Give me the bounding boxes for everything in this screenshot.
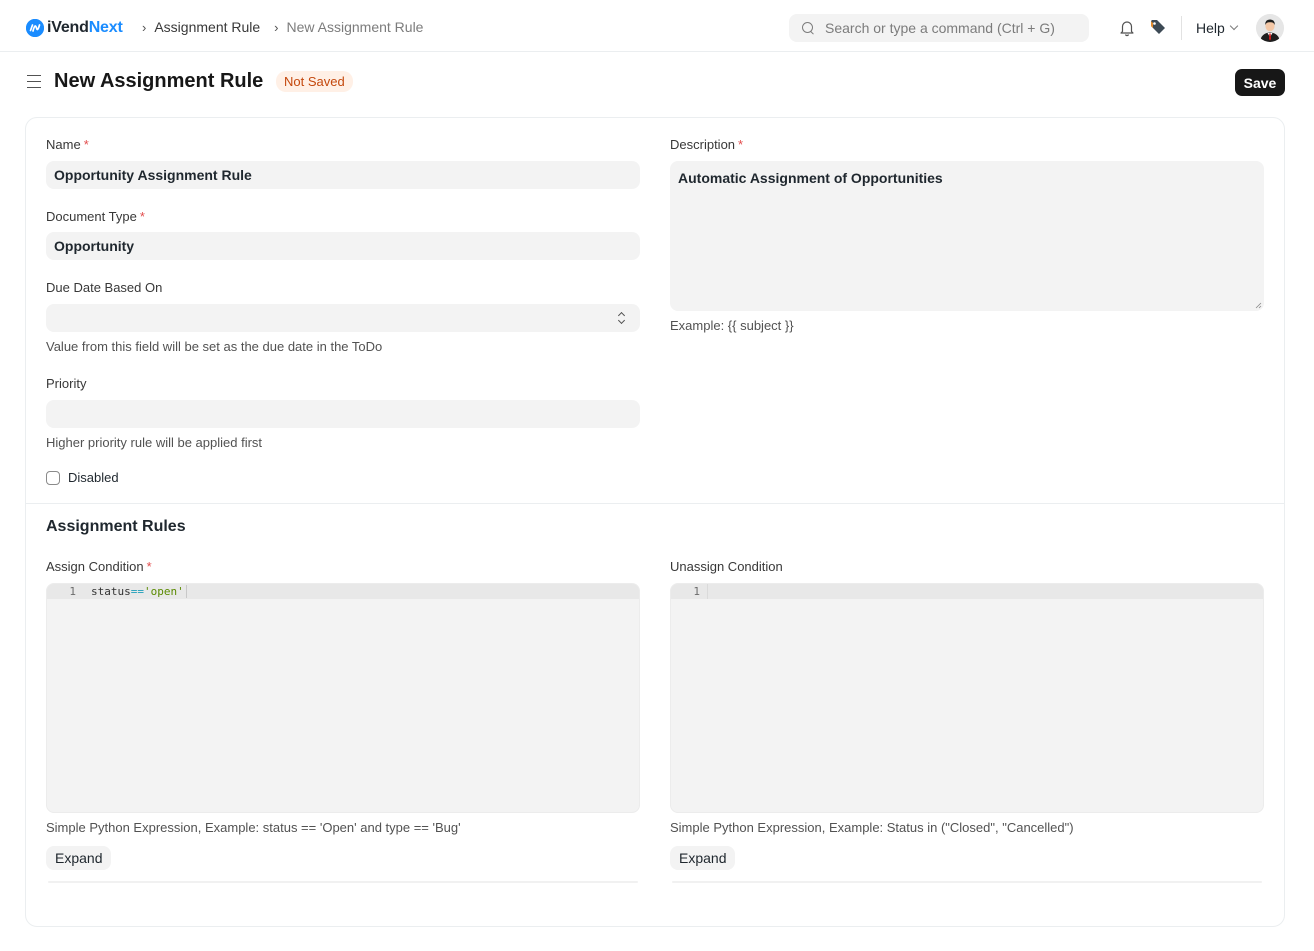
priority-help-text: Higher priority rule will be applied fir… (46, 435, 263, 450)
code-line: 1 (671, 584, 1263, 599)
divider (48, 881, 638, 883)
assign-condition-expand-button[interactable]: Expand (46, 846, 112, 870)
chevron-right-icon: › (274, 19, 279, 35)
avatar[interactable] (1256, 14, 1284, 42)
code-text: status=='open' (83, 585, 187, 599)
assign-condition-editor[interactable]: 1 status=='open' (46, 583, 640, 813)
breadcrumb: › Assignment Rule › New Assignment Rule (142, 19, 437, 35)
page-title: New Assignment Rule (54, 70, 264, 92)
line-number: 1 (69, 585, 76, 598)
disabled-checkbox-label[interactable]: Disabled (68, 470, 119, 485)
chevron-down-icon (1229, 21, 1239, 31)
name-field[interactable]: Opportunity Assignment Rule (46, 161, 640, 189)
brand-name: iVendNext (47, 19, 123, 36)
help-dropdown[interactable]: Help (1196, 20, 1239, 36)
priority-label: Priority (46, 376, 87, 391)
bell-icon[interactable] (1119, 19, 1135, 37)
help-label: Help (1196, 20, 1225, 36)
select-arrows-icon (618, 311, 626, 325)
breadcrumb-new-assignment-rule[interactable]: New Assignment Rule (287, 19, 424, 35)
description-value: Automatic Assignment of Opportunities (678, 170, 943, 186)
description-help-text: Example: {{ subject }} (670, 318, 794, 333)
section-title-assignment-rules: Assignment Rules (46, 518, 186, 535)
name-label: Name * (46, 137, 89, 152)
brand-logo-icon (26, 19, 44, 37)
save-button[interactable]: Save (1235, 69, 1285, 96)
chevron-right-icon: › (142, 19, 147, 35)
document-type-label: Document Type * (46, 209, 145, 224)
assign-condition-label: Assign Condition * (46, 559, 152, 574)
sidebar-toggle-icon[interactable] (27, 75, 41, 88)
resize-grip-icon[interactable] (1255, 302, 1262, 309)
code-line: 1 status=='open' (47, 584, 639, 599)
unassign-condition-help-text: Simple Python Expression, Example: Statu… (670, 820, 1074, 835)
description-label: Description * (670, 137, 744, 152)
navbar-divider (1181, 16, 1182, 40)
assign-condition-help-text: Simple Python Expression, Example: statu… (46, 820, 461, 835)
unassign-condition-editor[interactable]: 1 (670, 583, 1264, 813)
document-type-field[interactable]: Opportunity (46, 232, 640, 260)
section-divider (26, 503, 1284, 504)
brand-logo-link[interactable]: iVendNext (26, 18, 123, 38)
breadcrumb-assignment-rule[interactable]: Assignment Rule (154, 19, 260, 35)
divider (672, 881, 1262, 883)
line-number: 1 (693, 585, 700, 598)
search-input[interactable] (825, 20, 1075, 36)
description-textarea[interactable]: Automatic Assignment of Opportunities (670, 161, 1264, 311)
search-bar[interactable] (789, 14, 1089, 42)
unassign-condition-label: Unassign Condition (670, 559, 783, 574)
due-date-based-on-select[interactable] (46, 304, 640, 332)
search-icon (802, 22, 814, 34)
tag-icon[interactable] (1150, 19, 1166, 35)
text-cursor (707, 584, 708, 599)
priority-field[interactable] (46, 400, 640, 428)
disabled-checkbox[interactable] (46, 471, 60, 485)
unassign-condition-expand-button[interactable]: Expand (670, 846, 736, 870)
navbar: iVendNext › Assignment Rule › New Assign… (0, 0, 1314, 52)
due-date-help-text: Value from this field will be set as the… (46, 339, 383, 354)
text-cursor (185, 585, 187, 599)
due-date-based-on-label: Due Date Based On (46, 280, 163, 295)
status-badge: Not Saved (276, 71, 353, 92)
